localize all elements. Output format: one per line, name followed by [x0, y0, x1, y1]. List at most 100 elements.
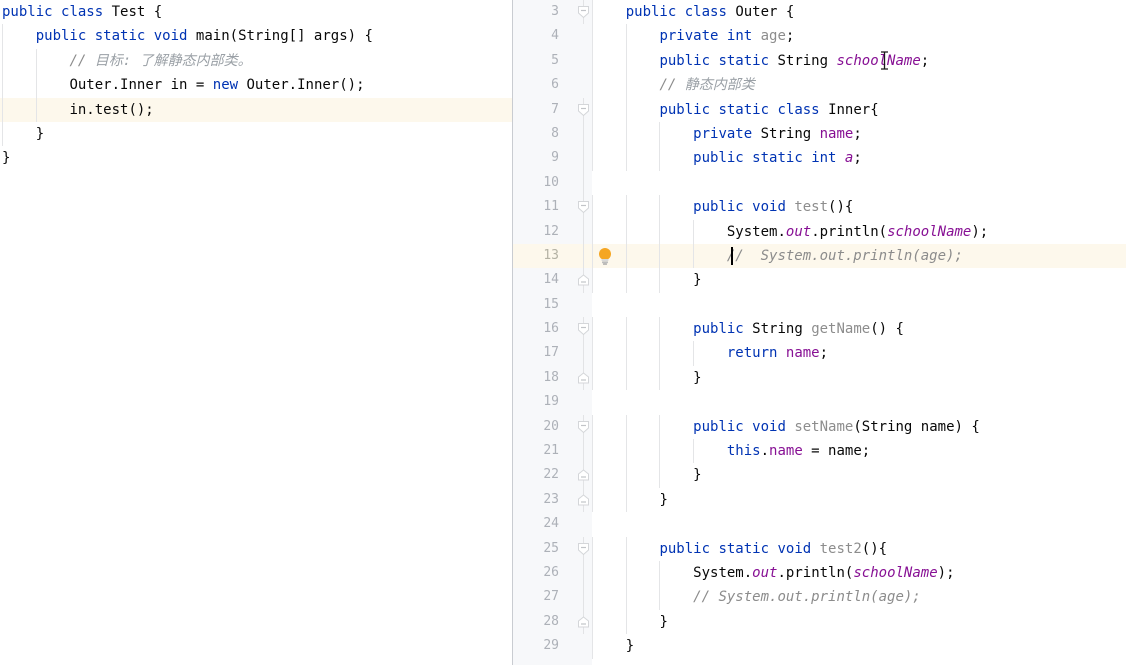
- code-line[interactable]: public static int a;: [592, 146, 1126, 171]
- code-line[interactable]: }: [592, 365, 1126, 391]
- fold-column[interactable]: [575, 487, 592, 513]
- fold-column[interactable]: [575, 121, 592, 147]
- code-line[interactable]: public void setName(String name) {: [592, 414, 1126, 440]
- fold-column[interactable]: [575, 219, 592, 244]
- fold-column[interactable]: [575, 268, 592, 293]
- code-line-highlighted[interactable]: // System.out.println(age);: [592, 243, 1126, 269]
- gutter-row[interactable]: 20: [513, 414, 592, 440]
- fold-column[interactable]: [575, 146, 592, 171]
- gutter-row[interactable]: 11: [513, 195, 592, 220]
- code-line[interactable]: [592, 390, 1126, 414]
- fold-column[interactable]: [575, 609, 592, 635]
- gutter-row[interactable]: 24: [513, 512, 592, 536]
- fold-end-icon[interactable]: [577, 468, 590, 482]
- code-line[interactable]: public class Test {: [0, 0, 512, 24]
- code-line[interactable]: public void test(){: [592, 195, 1126, 220]
- fold-column[interactable]: [575, 341, 592, 366]
- gutter-row[interactable]: 23: [513, 487, 592, 513]
- fold-column[interactable]: [575, 170, 592, 196]
- code-line[interactable]: Outer.Inner in = new Outer.Inner();: [0, 73, 512, 98]
- fold-column[interactable]: [575, 439, 592, 464]
- gutter-row[interactable]: 27: [513, 585, 592, 610]
- code-line[interactable]: [592, 293, 1126, 317]
- gutter-row[interactable]: 21: [513, 439, 592, 464]
- gutter-row[interactable]: 26: [513, 560, 592, 586]
- gutter-row[interactable]: 5: [513, 49, 592, 73]
- code-line[interactable]: // 目标: 了解静态内部类。: [0, 48, 512, 74]
- code-line[interactable]: public String getName() {: [592, 317, 1126, 342]
- lightbulb-icon[interactable]: [595, 246, 615, 266]
- gutter-row[interactable]: 25: [513, 536, 592, 561]
- fold-column[interactable]: [575, 560, 592, 586]
- fold-collapse-icon[interactable]: [577, 200, 590, 214]
- code-line-highlighted[interactable]: in.test();: [0, 97, 512, 122]
- gutter-row[interactable]: 4: [513, 24, 592, 48]
- gutter-row[interactable]: 7: [513, 97, 592, 122]
- gutter-row[interactable]: 17: [513, 341, 592, 366]
- fold-end-icon[interactable]: [577, 371, 590, 385]
- fold-column[interactable]: [575, 585, 592, 610]
- line-number-gutter[interactable]: 3 4 5 6 7 8 9 10 11 12 13 14 15 16 17 18 19 20 21 22 23 24 25 2…: [513, 0, 592, 665]
- code-line[interactable]: // System.out.println(age);: [592, 585, 1126, 610]
- fold-column[interactable]: [575, 73, 592, 97]
- fold-collapse-icon[interactable]: [577, 5, 590, 19]
- code-line[interactable]: public static void main(String[] args) {: [0, 24, 512, 49]
- left-editor-pane[interactable]: public class Test {public static void ma…: [0, 0, 512, 665]
- left-code-area[interactable]: public class Test {public static void ma…: [0, 0, 512, 665]
- gutter-row[interactable]: 9: [513, 146, 592, 171]
- code-line[interactable]: private String name;: [592, 121, 1126, 147]
- gutter-row[interactable]: 10: [513, 170, 592, 196]
- code-line[interactable]: public static class Inner{: [592, 97, 1126, 122]
- fold-column[interactable]: [575, 243, 592, 269]
- code-line[interactable]: }: [592, 634, 1126, 659]
- gutter-row[interactable]: 12: [513, 219, 592, 244]
- fold-end-icon[interactable]: [577, 493, 590, 507]
- code-line[interactable]: public static void test2(){: [592, 536, 1126, 561]
- fold-column[interactable]: [575, 536, 592, 561]
- code-line[interactable]: private int age;: [592, 24, 1126, 49]
- code-line[interactable]: [592, 171, 1126, 195]
- gutter-row[interactable]: 3: [513, 0, 592, 25]
- fold-column[interactable]: [575, 463, 592, 488]
- fold-column[interactable]: [575, 414, 592, 440]
- fold-collapse-icon[interactable]: [577, 420, 590, 434]
- gutter-row[interactable]: 6: [513, 73, 592, 97]
- gutter-row[interactable]: 28: [513, 609, 592, 635]
- fold-column[interactable]: [575, 317, 592, 342]
- gutter-row[interactable]: 18: [513, 365, 592, 391]
- code-line[interactable]: }: [0, 146, 512, 170]
- fold-column[interactable]: [575, 365, 592, 391]
- code-line[interactable]: // 静态内部类: [592, 73, 1126, 98]
- code-line[interactable]: public static String schoolName;: [592, 48, 1126, 74]
- code-line[interactable]: public class Outer {: [592, 0, 1126, 25]
- code-line[interactable]: System.out.println(schoolName);: [592, 219, 1126, 244]
- fold-column[interactable]: [575, 634, 592, 658]
- fold-column[interactable]: [575, 97, 592, 122]
- gutter-row[interactable]: 22: [513, 463, 592, 488]
- fold-column[interactable]: [575, 24, 592, 48]
- code-line[interactable]: return name;: [592, 341, 1126, 366]
- code-line[interactable]: }: [592, 268, 1126, 293]
- right-code-area[interactable]: public class Outer {private int age; publ…: [592, 0, 1126, 665]
- fold-column[interactable]: [575, 512, 592, 536]
- code-line[interactable]: }: [592, 609, 1126, 635]
- code-line[interactable]: this.name = name;: [592, 439, 1126, 464]
- right-editor-pane[interactable]: 3 4 5 6 7 8 9 10 11 12 13 14 15 16 17 18 19 20 21 22 23 24 25 2…: [513, 0, 1126, 665]
- gutter-row[interactable]: 29: [513, 634, 592, 658]
- fold-end-icon[interactable]: [577, 273, 590, 287]
- fold-column[interactable]: [575, 0, 592, 25]
- code-line[interactable]: System.out.println(schoolName);: [592, 560, 1126, 586]
- fold-collapse-icon[interactable]: [577, 103, 590, 117]
- code-line[interactable]: }: [0, 121, 512, 147]
- fold-column[interactable]: [575, 293, 592, 317]
- fold-column[interactable]: [575, 49, 592, 73]
- gutter-row[interactable]: 16: [513, 317, 592, 342]
- code-line[interactable]: }: [592, 463, 1126, 488]
- gutter-row[interactable]: 14: [513, 268, 592, 293]
- code-line[interactable]: }: [592, 487, 1126, 513]
- gutter-row[interactable]: 8: [513, 121, 592, 147]
- gutter-row[interactable]: 15: [513, 293, 592, 317]
- fold-collapse-icon[interactable]: [577, 322, 590, 336]
- fold-column[interactable]: [575, 195, 592, 220]
- fold-end-icon[interactable]: [577, 615, 590, 629]
